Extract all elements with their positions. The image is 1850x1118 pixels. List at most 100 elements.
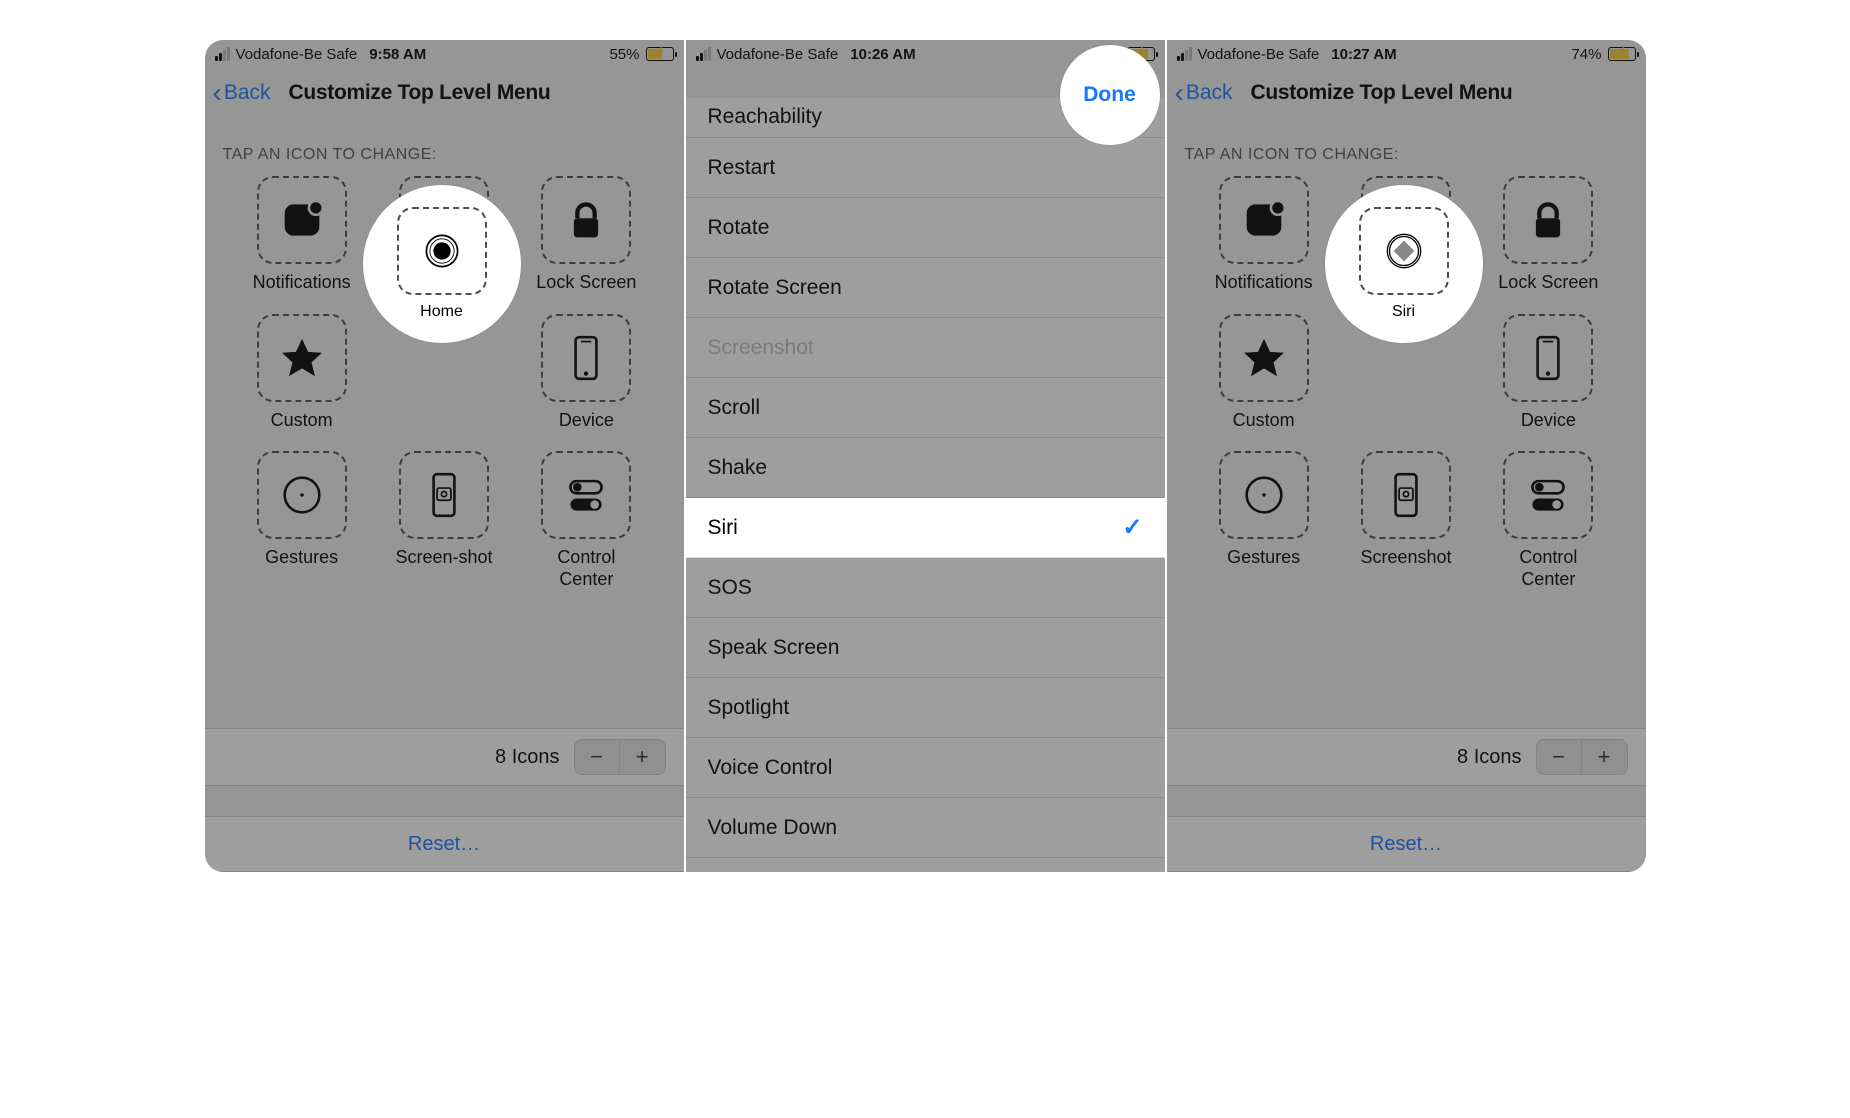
action-row-volume-down[interactable]: Volume Down	[686, 798, 1165, 858]
action-row-scroll[interactable]: Scroll	[686, 378, 1165, 438]
status-bar: Vodafone-Be Safe 10:27 AM 74% ⚡	[1167, 40, 1646, 68]
time-label: 9:58 AM	[369, 46, 426, 63]
screenshot-icon[interactable]	[399, 451, 489, 539]
gestures-icon[interactable]	[1219, 451, 1309, 539]
icon-count-label: 8 Icons	[1457, 746, 1521, 769]
grid-cell-screenshot[interactable]: Screen-shot	[387, 451, 501, 590]
battery-pct: 55%	[609, 46, 639, 63]
control-center-icon[interactable]	[1503, 451, 1593, 539]
control-center-label: Control Center	[1491, 547, 1605, 590]
action-label: Siri	[708, 516, 738, 540]
lock-screen-label: Lock Screen	[1498, 272, 1598, 294]
action-label: SOS	[708, 576, 752, 600]
signal-icon	[1177, 47, 1192, 61]
grid-cell-lock-screen[interactable]: Lock Screen	[1491, 176, 1605, 294]
grid-cell-gestures[interactable]: Gestures	[245, 451, 359, 590]
action-row-rotate-screen[interactable]: Rotate Screen	[686, 258, 1165, 318]
section-header: TAP AN ICON TO CHANGE:	[205, 118, 684, 176]
panel-customize-after: Vodafone-Be Safe 10:27 AM 74% ⚡ ‹Back Cu…	[1165, 40, 1646, 872]
grid-cell-device[interactable]: Device	[1491, 314, 1605, 432]
device-icon[interactable]	[541, 314, 631, 402]
back-button[interactable]: ‹Back	[213, 79, 271, 107]
lock-screen-icon[interactable]	[1503, 176, 1593, 264]
stepper-minus[interactable]: −	[1536, 739, 1582, 775]
nav-bar: ‹Back Customize Top Level Menu	[205, 68, 684, 118]
highlight-siri: Siri	[1325, 185, 1483, 343]
action-row-restart[interactable]: Restart	[686, 138, 1165, 198]
done-button-spot[interactable]: Done	[1083, 83, 1136, 107]
icon-count-row: 8 Icons − +	[205, 728, 684, 786]
notifications-icon[interactable]	[257, 176, 347, 264]
action-row-speak-screen[interactable]: Speak Screen	[686, 618, 1165, 678]
time-label: 10:27 AM	[1331, 46, 1396, 63]
battery-icon: ⚡	[646, 47, 674, 61]
lock-screen-label: Lock Screen	[536, 272, 636, 294]
notifications-icon[interactable]	[1219, 176, 1309, 264]
screenshot2-icon[interactable]	[1361, 451, 1451, 539]
grid-cell-control-center[interactable]: Control Center	[529, 451, 643, 590]
icon-siri-label: Siri	[1392, 303, 1415, 321]
control-center-icon[interactable]	[541, 451, 631, 539]
gestures-icon[interactable]	[257, 451, 347, 539]
icon-count-stepper[interactable]: − +	[574, 739, 666, 775]
device-label: Device	[1521, 410, 1576, 432]
custom-label: Custom	[271, 410, 333, 432]
reset-row[interactable]: Reset…	[1167, 816, 1646, 872]
nav-bar: ‹Back Customize Top Level Menu	[1167, 68, 1646, 118]
grid-cell-screenshot2[interactable]: Screenshot	[1349, 451, 1463, 590]
icon-count-row: 8 Icons − +	[1167, 728, 1646, 786]
notifications-label: Notifications	[1215, 272, 1313, 294]
action-row-voice-control[interactable]: Voice Control	[686, 738, 1165, 798]
action-row-shake[interactable]: Shake	[686, 438, 1165, 498]
action-row-rotate[interactable]: Rotate	[686, 198, 1165, 258]
screenshot2-label: Screenshot	[1360, 547, 1451, 569]
reset-button[interactable]: Reset…	[1370, 833, 1442, 856]
time-label: 10:26 AM	[850, 46, 915, 63]
action-label: Voice Control	[708, 756, 833, 780]
icon-home-label: Home	[420, 303, 463, 321]
stepper-minus[interactable]: −	[574, 739, 620, 775]
grid-cell-device[interactable]: Device	[529, 314, 643, 432]
highlight-done: Done	[1060, 45, 1160, 145]
carrier-label: Vodafone-Be Safe	[1198, 46, 1320, 63]
actions-list[interactable]: ReachabilityRestartRotateRotate ScreenSc…	[686, 98, 1165, 872]
reset-row[interactable]: Reset…	[205, 816, 684, 872]
page-title: Customize Top Level Menu	[289, 81, 551, 105]
custom-icon[interactable]	[1219, 314, 1309, 402]
action-label: Spotlight	[708, 696, 790, 720]
icon-siri[interactable]	[1359, 207, 1449, 295]
panel-action-list: Vodafone-Be Safe 10:26 AM 74% ⚡ Done Rea…	[684, 40, 1165, 872]
notifications-label: Notifications	[253, 272, 351, 294]
grid-cell-custom[interactable]: Custom	[245, 314, 359, 432]
back-label: Back	[1186, 81, 1233, 105]
custom-icon[interactable]	[257, 314, 347, 402]
highlight-home: Home	[363, 185, 521, 343]
stepper-plus[interactable]: +	[1582, 739, 1628, 775]
grid-cell-lock-screen[interactable]: Lock Screen	[529, 176, 643, 294]
back-label: Back	[224, 81, 271, 105]
grid-cell-control-center[interactable]: Control Center	[1491, 451, 1605, 590]
action-label: Rotate	[708, 216, 770, 240]
grid-cell-custom[interactable]: Custom	[1207, 314, 1321, 432]
action-row-siri[interactable]: Siri ✓	[686, 498, 1165, 558]
icon-count-stepper[interactable]: − +	[1536, 739, 1628, 775]
lock-screen-icon[interactable]	[541, 176, 631, 264]
carrier-label: Vodafone-Be Safe	[236, 46, 358, 63]
reset-button[interactable]: Reset…	[408, 833, 480, 856]
device-label: Device	[559, 410, 614, 432]
stepper-plus[interactable]: +	[620, 739, 666, 775]
grid-cell-notifications[interactable]: Notifications	[1207, 176, 1321, 294]
action-label: Restart	[708, 156, 776, 180]
checkmark-icon: ✓	[1122, 513, 1142, 542]
device-icon[interactable]	[1503, 314, 1593, 402]
grid-cell-gestures[interactable]: Gestures	[1207, 451, 1321, 590]
action-row-spotlight[interactable]: Spotlight	[686, 678, 1165, 738]
action-label: Speak Screen	[708, 636, 840, 660]
icon-home[interactable]	[397, 207, 487, 295]
panel-customize-before: Vodafone-Be Safe 9:58 AM 55% ⚡ ‹Back Cus…	[205, 40, 684, 872]
action-row-sos[interactable]: SOS	[686, 558, 1165, 618]
action-label: Shake	[708, 456, 768, 480]
gestures-label: Gestures	[265, 547, 338, 569]
back-button[interactable]: ‹Back	[1175, 79, 1233, 107]
grid-cell-notifications[interactable]: Notifications	[245, 176, 359, 294]
